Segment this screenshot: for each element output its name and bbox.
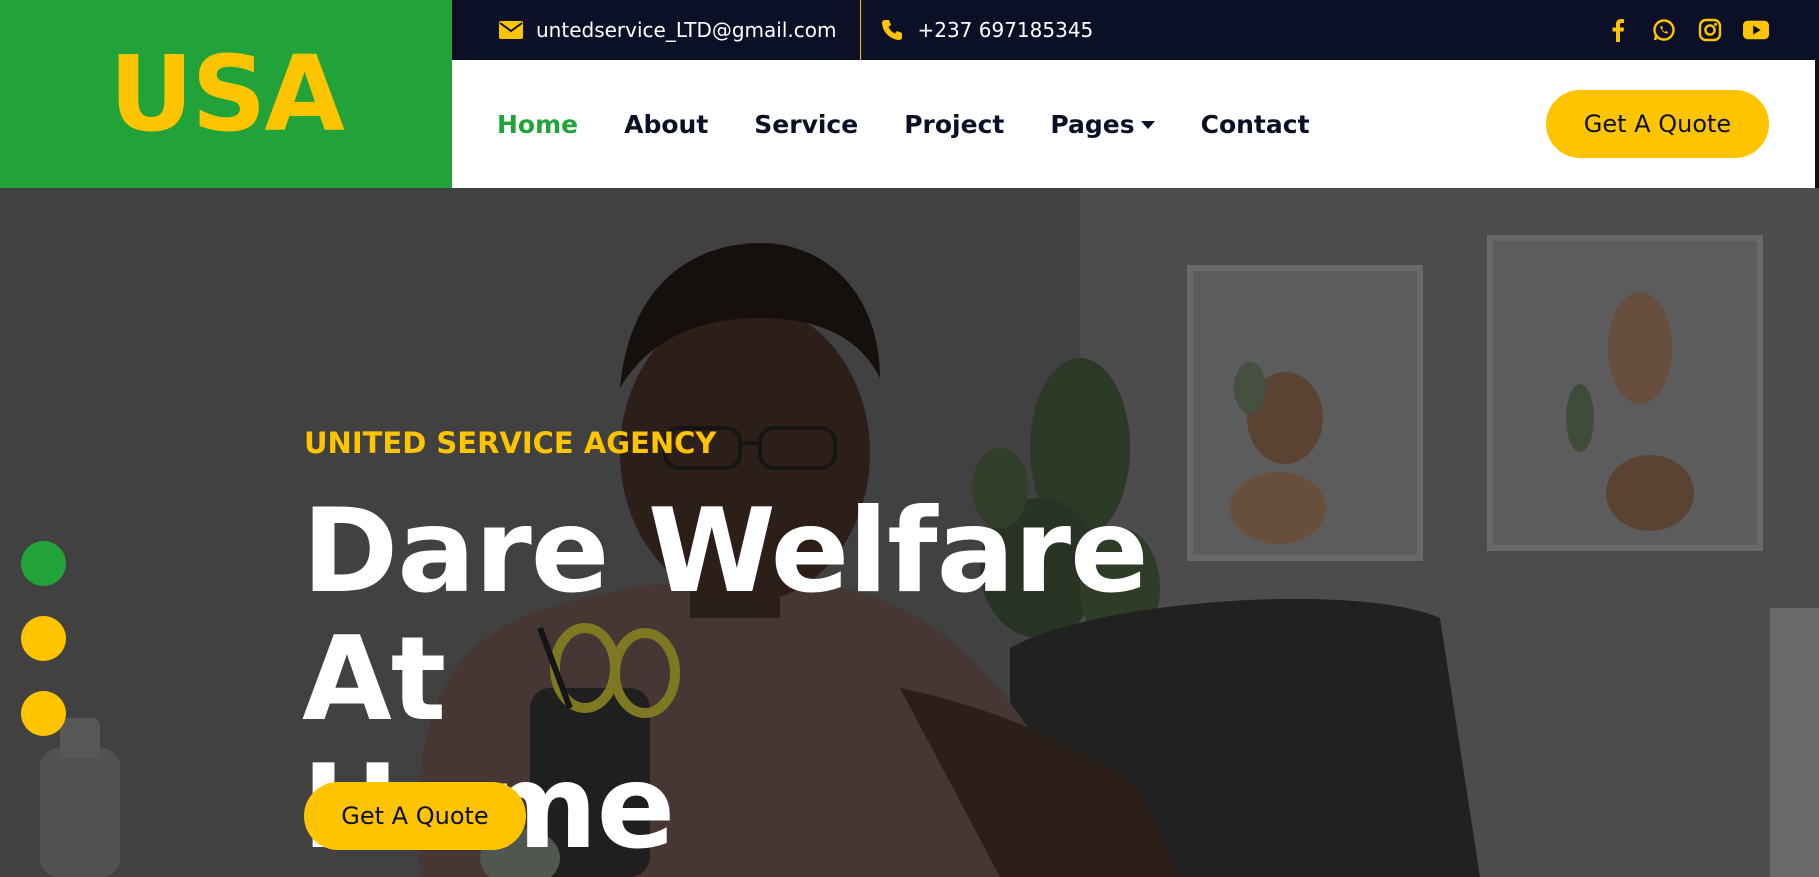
phone-icon bbox=[879, 17, 905, 43]
email-text: untedservice_LTD@gmail.com bbox=[536, 18, 837, 42]
instagram-icon[interactable] bbox=[1697, 17, 1723, 43]
whatsapp-icon[interactable] bbox=[1651, 17, 1677, 43]
carousel-dot-1[interactable] bbox=[21, 541, 66, 586]
nav-menu: Home About Service Project Pages Contact bbox=[497, 110, 1356, 139]
hero-eyebrow: UNITED SERVICE AGENCY bbox=[304, 426, 717, 460]
carousel-dot-2[interactable] bbox=[21, 616, 66, 661]
carousel-indicators bbox=[21, 541, 66, 736]
logo[interactable]: USA bbox=[0, 0, 452, 188]
youtube-icon[interactable] bbox=[1743, 17, 1769, 43]
hero-get-quote-button[interactable]: Get A Quote bbox=[304, 782, 526, 850]
nav-item-contact[interactable]: Contact bbox=[1201, 110, 1310, 139]
nav-item-about[interactable]: About bbox=[624, 110, 708, 139]
social-links bbox=[1605, 0, 1769, 60]
nav-item-pages-label: Pages bbox=[1050, 109, 1135, 139]
top-bar: untedservice_LTD@gmail.com +237 69718534… bbox=[452, 0, 1819, 60]
hero-section: UNITED SERVICE AGENCY Dare Welfare At Ho… bbox=[0, 188, 1819, 877]
contact-email[interactable]: untedservice_LTD@gmail.com bbox=[452, 0, 862, 60]
get-quote-button[interactable]: Get A Quote bbox=[1546, 90, 1769, 158]
nav-item-home[interactable]: Home bbox=[497, 110, 578, 139]
phone-text: +237 697185345 bbox=[917, 18, 1094, 42]
contact-phone[interactable]: +237 697185345 bbox=[861, 0, 1093, 60]
nav-item-service[interactable]: Service bbox=[754, 110, 858, 139]
hero-title-line-1: Dare Welfare At bbox=[302, 484, 1149, 747]
nav-item-project[interactable]: Project bbox=[904, 110, 1004, 139]
facebook-icon[interactable] bbox=[1605, 17, 1631, 43]
chevron-down-icon bbox=[1140, 121, 1155, 129]
nav-item-pages[interactable]: Pages bbox=[1050, 109, 1155, 139]
envelope-icon bbox=[498, 17, 524, 43]
logo-text: USA bbox=[109, 33, 345, 155]
scrollbar-edge bbox=[1815, 60, 1819, 188]
carousel-dot-3[interactable] bbox=[21, 691, 66, 736]
main-navbar: Home About Service Project Pages Contact… bbox=[452, 60, 1815, 188]
